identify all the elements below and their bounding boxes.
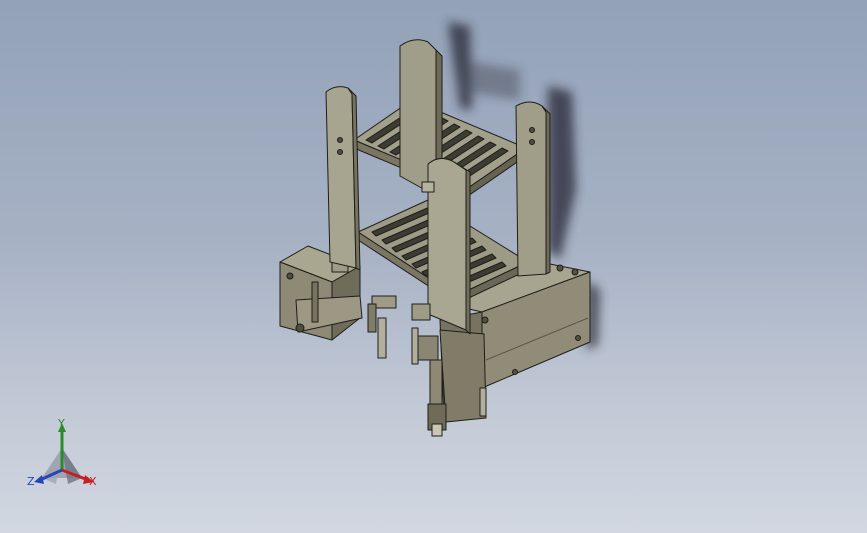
cad-model-3d-view[interactable] xyxy=(0,0,867,533)
z-axis-label: Z xyxy=(27,475,35,488)
x-axis-label: X xyxy=(89,475,97,488)
cad-assembly[interactable] xyxy=(279,39,591,437)
y-axis-label: Y xyxy=(58,417,65,430)
triad-graphic xyxy=(34,423,94,484)
view-orientation-triad[interactable]: Y X Z xyxy=(22,418,112,498)
graphics-viewport[interactable]: Y X Z xyxy=(0,0,867,533)
